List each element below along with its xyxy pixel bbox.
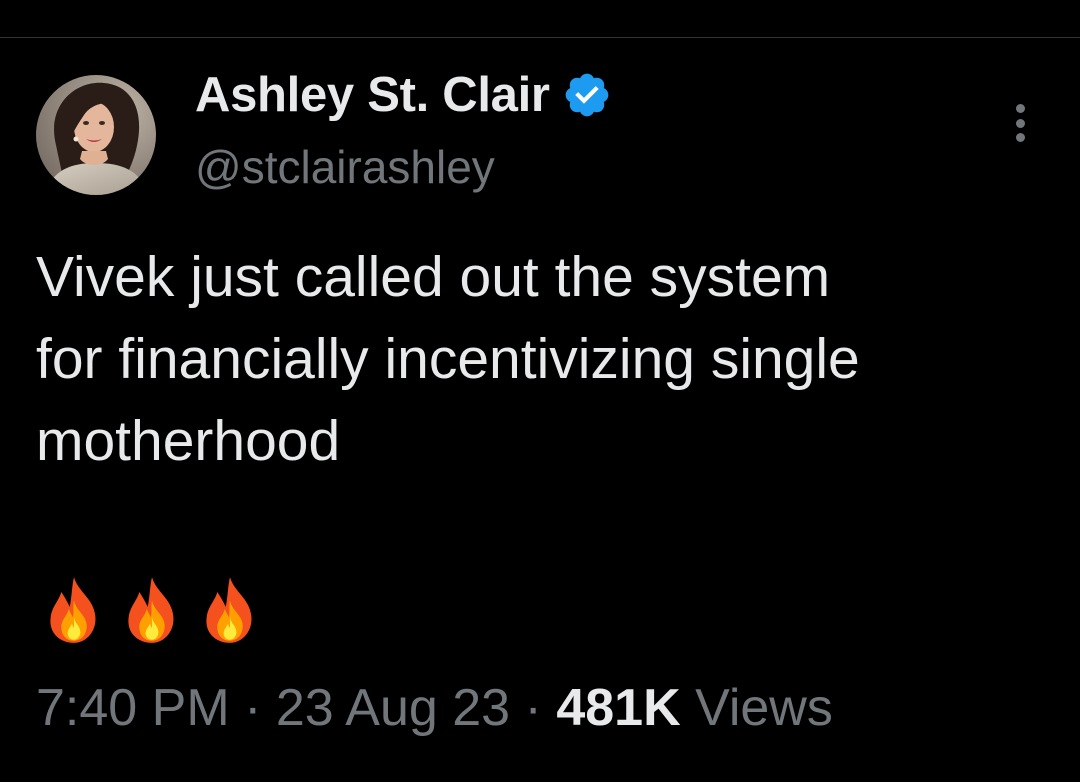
- more-dot-icon: [1015, 118, 1025, 128]
- fire-icon: [128, 577, 174, 643]
- author-handle[interactable]: @stclairashley: [195, 140, 495, 194]
- tweet-meta: 7:40 PM · 23 Aug 23 · 481K Views: [36, 678, 833, 738]
- fire-icon: [206, 577, 252, 643]
- more-dot-icon: [1015, 133, 1025, 142]
- more-dot-icon: [1015, 104, 1025, 113]
- meta-separator: ·: [229, 679, 276, 737]
- author-display-name[interactable]: Ashley St. Clair: [195, 67, 550, 123]
- views-count[interactable]: 481K: [556, 679, 680, 737]
- views-label: Views: [680, 679, 833, 737]
- avatar[interactable]: [36, 75, 156, 195]
- tweet-date[interactable]: 23 Aug 23: [276, 679, 510, 737]
- fire-icon: [50, 577, 96, 643]
- verified-badge-icon[interactable]: [562, 70, 612, 120]
- emoji-row: [40, 575, 264, 645]
- top-divider: [0, 37, 1080, 38]
- tweet-text: Vivek just called out the system for fin…: [36, 245, 860, 473]
- author-name-row: Ashley St. Clair: [195, 66, 612, 124]
- tweet-time[interactable]: 7:40 PM: [36, 679, 230, 737]
- meta-separator: ·: [510, 679, 557, 737]
- more-options-button[interactable]: [1000, 100, 1040, 146]
